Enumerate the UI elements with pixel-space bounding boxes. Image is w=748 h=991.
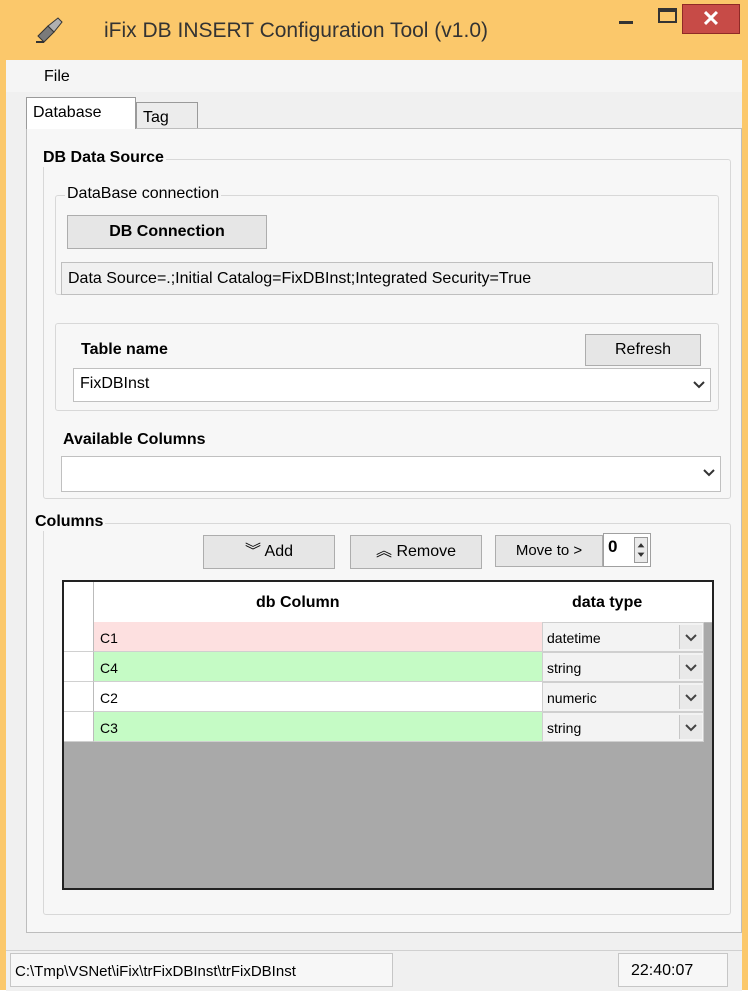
table-name-value: FixDBInst <box>80 375 150 392</box>
spinner-arrows-icon[interactable] <box>634 537 648 563</box>
db-column-header[interactable]: db Column <box>256 594 340 612</box>
remove-button[interactable]: ︽ Remove <box>350 535 482 569</box>
data-type-value: string <box>547 720 582 736</box>
status-file-path: C:\Tmp\VSNet\iFix\trFixDBInst\trFixDBIns… <box>10 953 393 987</box>
row-header[interactable] <box>64 712 94 742</box>
db-data-source-label: DB Data Source <box>41 149 166 167</box>
add-button-label: Add <box>264 543 294 560</box>
move-to-spinner[interactable]: 0 <box>603 533 651 567</box>
chevron-down-icon[interactable] <box>679 625 702 649</box>
table-name-combo[interactable]: FixDBInst <box>73 368 711 402</box>
row-header[interactable] <box>64 652 94 682</box>
menu-bar: File <box>6 60 742 92</box>
status-clock: 22:40:07 <box>618 953 728 987</box>
available-columns-label: Available Columns <box>63 431 206 448</box>
grid-corner-header <box>64 582 94 622</box>
table-row[interactable]: C3 string <box>64 712 712 742</box>
tab-database[interactable]: Database <box>26 97 136 129</box>
app-icon <box>36 17 63 43</box>
table-row[interactable]: C4 string <box>64 652 712 682</box>
db-column-cell[interactable]: C1 <box>94 622 542 652</box>
tab-tag[interactable]: Tag <box>136 102 198 129</box>
table-name-label: Table name <box>81 341 168 358</box>
status-bar: C:\Tmp\VSNet\iFix\trFixDBInst\trFixDBIns… <box>6 950 742 991</box>
connection-string-field[interactable]: Data Source=.;Initial Catalog=FixDBInst;… <box>61 262 713 295</box>
data-type-value: string <box>547 660 582 676</box>
close-button[interactable]: ✕ <box>682 4 740 34</box>
data-type-cell[interactable]: string <box>542 712 704 742</box>
data-type-value: numeric <box>547 690 597 706</box>
data-type-cell[interactable]: numeric <box>542 682 704 712</box>
window-title: iFix DB INSERT Configuration Tool (v1.0) <box>104 19 488 42</box>
refresh-button[interactable]: Refresh <box>585 334 701 366</box>
row-header[interactable] <box>64 622 94 652</box>
data-type-cell[interactable]: datetime <box>542 622 704 652</box>
add-button[interactable]: ︾ Add <box>203 535 335 569</box>
columns-label: Columns <box>33 513 106 531</box>
data-type-header[interactable]: data type <box>572 594 642 612</box>
db-column-cell[interactable]: C2 <box>94 682 542 712</box>
data-type-cell[interactable]: string <box>542 652 704 682</box>
data-type-value: datetime <box>547 630 601 646</box>
title-bar[interactable]: iFix DB INSERT Configuration Tool (v1.0)… <box>6 0 742 60</box>
move-to-value: 0 <box>608 537 618 556</box>
row-header[interactable] <box>64 682 94 712</box>
remove-button-label: Remove <box>396 543 457 560</box>
double-chevron-up-icon: ︽ <box>375 543 392 560</box>
database-connection-label: DataBase connection <box>65 185 222 203</box>
table-row[interactable]: C1 datetime <box>64 622 712 652</box>
double-chevron-down-icon: ︾ <box>244 543 261 560</box>
grid-header: db Column data type <box>64 582 712 623</box>
columns-grid[interactable]: db Column data type C1 datetime C4 strin… <box>62 580 714 890</box>
db-column-cell[interactable]: C4 <box>94 652 542 682</box>
minimize-button[interactable] <box>606 4 646 34</box>
chevron-down-icon[interactable] <box>679 655 702 679</box>
chevron-down-icon[interactable] <box>679 715 702 739</box>
app-window: iFix DB INSERT Configuration Tool (v1.0)… <box>0 0 748 991</box>
db-connection-button[interactable]: DB Connection <box>67 215 267 249</box>
chevron-down-icon[interactable] <box>679 685 702 709</box>
available-columns-combo[interactable] <box>61 456 721 492</box>
chevron-down-icon <box>693 381 705 389</box>
move-to-button[interactable]: Move to > <box>495 535 603 567</box>
chevron-down-icon <box>703 469 715 477</box>
db-column-cell[interactable]: C3 <box>94 712 542 742</box>
menu-file[interactable]: File <box>44 68 70 86</box>
table-row[interactable]: C2 numeric <box>64 682 712 712</box>
